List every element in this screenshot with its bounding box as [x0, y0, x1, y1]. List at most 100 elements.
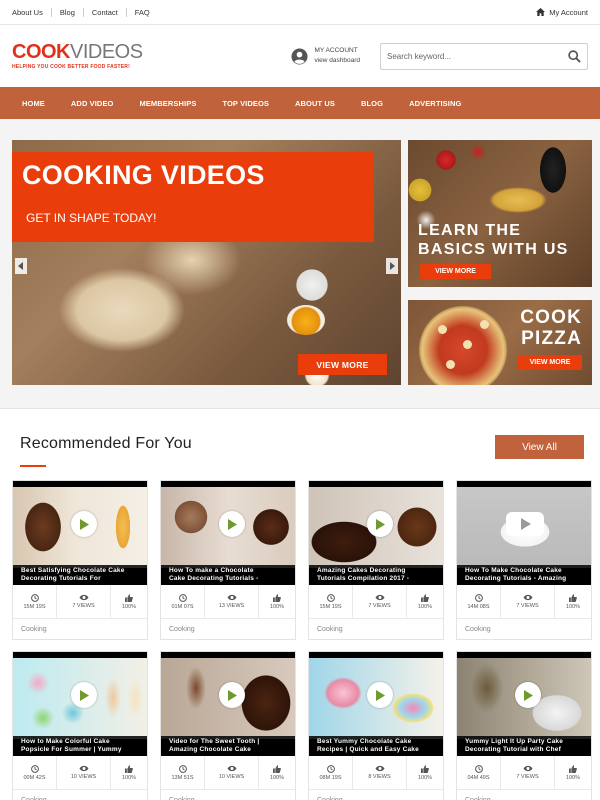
nav-top-videos[interactable]: TOP VIDEOS: [222, 99, 269, 108]
video-category[interactable]: Cooking: [161, 619, 295, 633]
video-title[interactable]: Video for The Sweet Tooth | Amazing Choco…: [161, 736, 295, 756]
video-card[interactable]: How To make a Chocolate Cake Decorating T…: [160, 480, 296, 640]
clock-icon: [474, 593, 483, 602]
nav-home[interactable]: HOME: [22, 99, 45, 108]
top-link-blog[interactable]: Blog: [60, 8, 75, 17]
video-title[interactable]: Yummy Light It Up Party Cake Decorating T…: [457, 736, 591, 756]
search-icon[interactable]: [568, 49, 581, 63]
eye-icon: [227, 594, 236, 601]
nav-advertising[interactable]: ADVERTISING: [409, 99, 461, 108]
top-bar: About Us Blog Contact FAQ My Account: [0, 0, 600, 25]
play-button[interactable]: [71, 511, 97, 537]
video-category[interactable]: Cooking: [161, 790, 295, 800]
video-card[interactable]: How To Make Chocolate Cake Decorating Tut…: [456, 480, 592, 640]
pizza-view-more-button[interactable]: VIEW MORE: [518, 355, 582, 370]
play-icon: [228, 518, 237, 530]
view-all-button[interactable]: View All: [495, 435, 584, 459]
logo[interactable]: COOKVIDEOS HELPING YOU COOK BETTER FOOD …: [12, 42, 143, 70]
top-link-contact[interactable]: Contact: [92, 8, 118, 17]
video-category[interactable]: Cooking: [13, 790, 147, 800]
video-stats: 15M 19S 7 VIEWS 100%: [13, 585, 147, 619]
video-thumbnail[interactable]: Best Satisfying Chocolate Cake Decorating…: [13, 481, 147, 585]
title-underline: [20, 465, 46, 467]
video-thumbnail[interactable]: Video for The Sweet Tooth | Amazing Choco…: [161, 652, 295, 756]
pizza-banner[interactable]: COOK PIZZA VIEW MORE: [408, 300, 592, 385]
video-title[interactable]: How To make a Chocolate Cake Decorating T…: [161, 565, 295, 585]
eye-icon: [227, 765, 236, 772]
play-button[interactable]: [219, 511, 245, 537]
clock-icon: [30, 593, 39, 602]
eye-icon: [523, 594, 532, 601]
top-account-link[interactable]: My Account: [536, 8, 588, 17]
header: COOKVIDEOS HELPING YOU COOK BETTER FOOD …: [0, 25, 600, 87]
rating-value: 100%: [417, 603, 433, 610]
video-title[interactable]: Best Satisfying Chocolate Cake Decorating…: [13, 565, 147, 585]
video-title-line2: Decorating Tutorials - Amazing: [465, 575, 567, 582]
video-thumbnail[interactable]: How To make a Chocolate Cake Decorating T…: [161, 481, 295, 585]
top-link-faq[interactable]: FAQ: [135, 8, 150, 17]
slider-prev-button[interactable]: [15, 258, 27, 274]
divider: [82, 7, 84, 17]
nav-about-us[interactable]: ABOUT US: [295, 99, 335, 108]
video-card[interactable]: Amazing Cakes Decorating Tutorials Compil…: [308, 480, 444, 640]
egg-image: [287, 305, 325, 335]
search-input[interactable]: [387, 51, 568, 61]
duration-value: 14M 08S: [467, 603, 490, 610]
views-value: 10 VIEWS: [218, 774, 245, 780]
thumbs-up-icon: [421, 764, 429, 773]
pizza-topping: [463, 340, 472, 349]
play-button[interactable]: [367, 511, 393, 537]
divider: [125, 7, 127, 17]
basics-view-more-button[interactable]: VIEW MORE: [420, 264, 491, 279]
video-card[interactable]: Best Satisfying Chocolate Cake Decorating…: [12, 480, 148, 640]
play-button[interactable]: [515, 682, 541, 708]
video-thumbnail[interactable]: Amazing Cakes Decorating Tutorials Compil…: [309, 481, 443, 585]
video-thumbnail[interactable]: Yummy Light It Up Party Cake Decorating T…: [457, 652, 591, 756]
video-card[interactable]: Best Yummy Chocolate Cake Recipes | Quick…: [308, 651, 444, 800]
hero-view-more-button[interactable]: VIEW MORE: [298, 354, 387, 375]
video-card[interactable]: Yummy Light It Up Party Cake Decorating T…: [456, 651, 592, 800]
video-stats: 08M 19S 8 VIEWS 100%: [309, 756, 443, 790]
views-value: 7 VIEWS: [368, 603, 391, 609]
user-icon: [291, 47, 308, 65]
play-button[interactable]: [219, 682, 245, 708]
video-stats: 04M 49S 7 VIEWS 100%: [457, 756, 591, 790]
play-button[interactable]: [71, 682, 97, 708]
top-link-about[interactable]: About Us: [12, 8, 43, 17]
slider-next-button[interactable]: [386, 258, 398, 274]
video-title[interactable]: Amazing Cakes Decorating Tutorials Compil…: [309, 565, 443, 585]
video-title[interactable]: How to Make Colorful Cake Popsicle For Su…: [13, 736, 147, 756]
top-links: About Us Blog Contact FAQ: [12, 7, 150, 17]
video-title[interactable]: How To Make Chocolate Cake Decorating Tut…: [457, 565, 591, 585]
nav-memberships[interactable]: MEMBERSHIPS: [139, 99, 196, 108]
video-category[interactable]: Cooking: [457, 619, 591, 633]
my-account-button[interactable]: MY ACCOUNT view dashboard: [291, 46, 360, 66]
video-category[interactable]: Cooking: [309, 619, 443, 633]
clock-icon: [178, 764, 187, 773]
divider: [50, 7, 52, 17]
nav-blog[interactable]: BLOG: [361, 99, 383, 108]
nav-add-video[interactable]: ADD VIDEO: [71, 99, 114, 108]
duration-value: 15M 19S: [23, 603, 46, 610]
video-title[interactable]: Best Yummy Chocolate Cake Recipes | Quick…: [309, 736, 443, 756]
video-title-line1: Amazing Cakes Decorating: [317, 567, 406, 574]
basics-title-line2: BASICS WITH US: [418, 241, 569, 258]
basics-title-line1: LEARN THE: [418, 222, 522, 239]
clock-icon: [178, 593, 187, 602]
eye-icon: [79, 765, 88, 772]
video-card[interactable]: Video for The Sweet Tooth | Amazing Choco…: [160, 651, 296, 800]
video-thumbnail[interactable]: Best Yummy Chocolate Cake Recipes | Quick…: [309, 652, 443, 756]
hero-slider: COOKING VIDEOS GET IN SHAPE TODAY! VIEW …: [12, 140, 401, 385]
play-button[interactable]: [505, 511, 545, 537]
video-category[interactable]: Cooking: [13, 619, 147, 633]
video-category[interactable]: Cooking: [457, 790, 591, 800]
video-thumbnail[interactable]: How to Make Colorful Cake Popsicle For Su…: [13, 652, 147, 756]
video-category[interactable]: Cooking: [309, 790, 443, 800]
basics-banner-title: LEARN THE BASICS WITH US: [418, 221, 569, 259]
basics-banner[interactable]: LEARN THE BASICS WITH US VIEW MORE: [408, 140, 592, 287]
thumbs-up-icon: [273, 764, 281, 773]
play-button[interactable]: [367, 682, 393, 708]
video-thumbnail[interactable]: How To Make Chocolate Cake Decorating Tut…: [457, 481, 591, 585]
video-card[interactable]: How to Make Colorful Cake Popsicle For Su…: [12, 651, 148, 800]
views-stat: 7 VIEWS: [353, 585, 407, 618]
